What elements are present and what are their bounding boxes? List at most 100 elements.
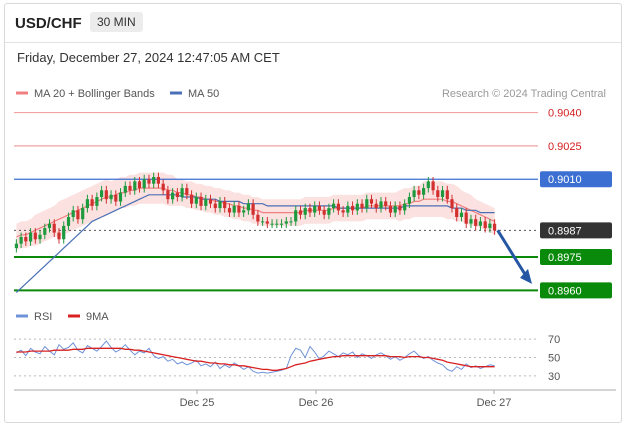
candle-body (199, 197, 203, 206)
candle-body (327, 208, 331, 215)
candle-body (483, 221, 487, 229)
candle-body (133, 181, 137, 191)
candle-body (360, 203, 364, 209)
candle-body (289, 221, 293, 223)
candle-body (185, 188, 189, 195)
candle-body (488, 223, 492, 229)
candle-body (393, 205, 397, 213)
candle-body (109, 194, 113, 200)
candle-body (90, 199, 94, 206)
rsi-tick-label: 50 (548, 353, 560, 365)
candle-body (156, 177, 160, 184)
candle-body (450, 199, 454, 209)
candle-body (71, 210, 75, 217)
candle-body (355, 203, 359, 211)
candle-body (62, 225, 66, 240)
candle-body (57, 232, 61, 240)
candle-body (407, 197, 411, 204)
candle-body (128, 185, 132, 191)
candle-body (384, 201, 388, 206)
candle-body (66, 217, 71, 226)
candle-body (24, 237, 28, 242)
candle-body (175, 192, 179, 197)
candle-body (43, 228, 47, 235)
candle-body (431, 181, 435, 191)
candle-body (422, 188, 426, 195)
last-price-label: 0.8987 (548, 225, 582, 237)
candle-body (369, 199, 374, 204)
candle-body (279, 223, 284, 225)
support-label: 0.8960 (548, 285, 582, 297)
rsi-tick-label: 30 (548, 371, 560, 383)
candle-body (246, 203, 250, 211)
rsi-tick-label: 70 (548, 334, 560, 346)
candle-body (303, 208, 307, 215)
candle-body (459, 212, 464, 217)
candle-body (218, 201, 222, 209)
candle-body (171, 192, 175, 200)
x-tick-label: Dec 26 (299, 397, 334, 409)
candle-body (33, 232, 37, 240)
candle-body (256, 214, 260, 222)
candle-body (474, 219, 478, 226)
candle-body (445, 190, 449, 200)
candle-body (403, 203, 407, 211)
candle-body (123, 185, 127, 193)
candle-body (137, 181, 142, 189)
candle-body (436, 190, 440, 197)
candle-body (19, 237, 23, 244)
candle-body (208, 199, 213, 204)
x-tick-label: Dec 25 (180, 397, 215, 409)
legend-label-ma50: MA 50 (188, 88, 219, 100)
candle-body (317, 205, 321, 211)
candle-body (147, 179, 151, 184)
candle-body (464, 212, 468, 224)
candle-body (38, 234, 42, 240)
support-label: 0.8975 (548, 252, 582, 264)
candle-body (426, 181, 430, 189)
candle-body (261, 221, 265, 223)
candle-body (398, 205, 402, 211)
candle-body (493, 223, 497, 231)
candle-body (118, 192, 123, 202)
rsi-legend-label-9ma: 9MA (86, 311, 109, 323)
candle-body (47, 223, 52, 229)
candle-body (284, 221, 288, 224)
candle-body (237, 205, 241, 213)
candle-body (251, 203, 255, 215)
candle-body (294, 210, 298, 222)
forecast-arrow-shaft (496, 229, 528, 277)
candle-body (76, 210, 80, 220)
rsi-9ma-line (16, 347, 495, 371)
candle-body (275, 223, 279, 225)
candle-body (242, 210, 246, 213)
pivot-label: 0.9010 (548, 174, 582, 186)
resistance-label: 0.9040 (548, 108, 582, 120)
candle-body (313, 205, 317, 213)
resistance-label: 0.9025 (548, 141, 582, 153)
candle-body (308, 208, 312, 213)
candle-body (100, 190, 104, 197)
candle-body (114, 194, 118, 202)
candle-body (469, 219, 473, 224)
candle-body (388, 205, 393, 213)
candle-body (374, 203, 378, 209)
candle-body (478, 221, 482, 226)
candle-body (351, 205, 355, 211)
candle-body (104, 190, 108, 200)
candle-body (417, 190, 421, 195)
candle-body (223, 201, 227, 209)
candle-body (341, 210, 345, 213)
candle-body (52, 223, 56, 233)
candle-body (95, 197, 99, 206)
x-tick-label: Dec 27 (477, 397, 512, 409)
candle-body (166, 190, 170, 200)
candle-body (161, 183, 165, 191)
candle-body (336, 203, 340, 211)
candle-body (440, 190, 445, 197)
candle-body (85, 199, 89, 209)
candle-body (412, 190, 416, 197)
candle-body (270, 223, 274, 225)
watermark-text: Research © 2024 Trading Central (442, 88, 606, 100)
candle-body (14, 243, 18, 249)
